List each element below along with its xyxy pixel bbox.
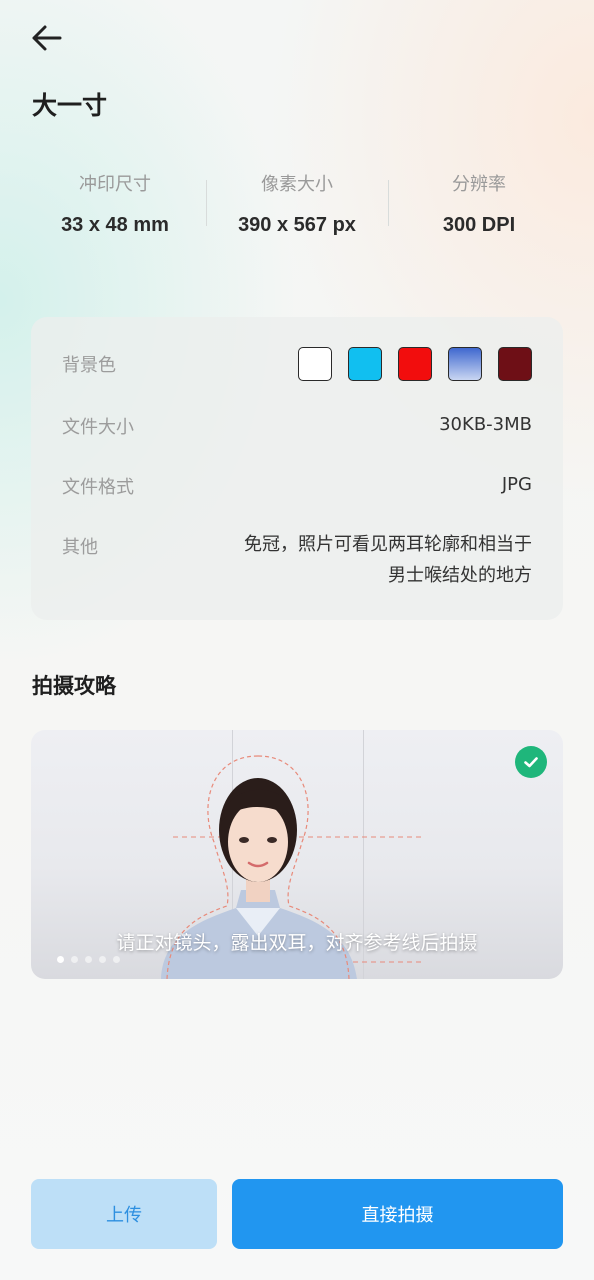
guide-section-title: 拍摄攻略 [32, 674, 116, 698]
spec-print-size: 冲印尺寸 33 x 48 mm [24, 168, 206, 242]
background-color-label: 背景色 [62, 355, 116, 376]
take-photo-button[interactable]: 直接拍摄 [232, 1179, 563, 1249]
swatch-dark-red[interactable] [498, 347, 532, 381]
other-label: 其他 [62, 537, 98, 558]
carousel-dot[interactable] [71, 956, 78, 963]
spec-summary: 冲印尺寸 33 x 48 mm 像素大小 390 x 567 px 分辨率 30… [24, 168, 570, 242]
spec-details-card: 背景色 文件大小 30KB-3MB 文件格式 JPG 其他 免冠，照片可看见两耳… [31, 317, 563, 620]
other-value: 免冠，照片可看见两耳轮廓和相当于 男士喉结处的地方 [244, 529, 532, 591]
file-size-row: 文件大小 30KB-3MB [62, 413, 532, 439]
upload-button[interactable]: 上传 [31, 1179, 217, 1249]
guide-caption: 请正对镜头，露出双耳，对齐参考线后拍摄 [116, 932, 478, 954]
spec-value: 390 x 567 px [238, 214, 356, 236]
other-value-line: 男士喉结处的地方 [388, 565, 532, 586]
file-format-row: 文件格式 JPG [62, 473, 532, 499]
other-value-line: 免冠，照片可看见两耳轮廓和相当于 [244, 534, 532, 555]
swatch-gradient-blue[interactable] [448, 347, 482, 381]
spec-value: 300 DPI [442, 214, 516, 236]
file-size-value: 30KB-3MB [439, 414, 532, 435]
carousel-dot[interactable] [85, 956, 92, 963]
back-button[interactable] [28, 22, 64, 54]
carousel-dot[interactable] [113, 956, 120, 963]
spec-label: 像素大小 [261, 174, 333, 195]
spec-label: 分辨率 [452, 174, 506, 195]
swatch-white[interactable] [298, 347, 332, 381]
spec-label: 冲印尺寸 [79, 174, 151, 195]
file-format-value: JPG [501, 474, 532, 495]
carousel-dot[interactable] [99, 956, 106, 963]
carousel-indicator [57, 956, 120, 963]
other-row: 其他 免冠，照片可看见两耳轮廓和相当于 男士喉结处的地方 [62, 533, 532, 591]
background-color-row: 背景色 [62, 347, 532, 381]
check-icon [515, 746, 547, 778]
spec-pixel-size: 像素大小 390 x 567 px [206, 168, 388, 242]
guide-carousel[interactable]: 请正对镜头，露出双耳，对齐参考线后拍摄 [31, 730, 563, 979]
spec-value: 33 x 48 mm [61, 214, 169, 236]
swatch-red[interactable] [398, 347, 432, 381]
spec-resolution: 分辨率 300 DPI [388, 168, 570, 242]
arrow-left-icon [32, 25, 62, 51]
file-size-label: 文件大小 [62, 417, 134, 438]
page-title: 大一寸 [32, 91, 108, 120]
file-format-label: 文件格式 [62, 477, 134, 498]
swatch-blue[interactable] [348, 347, 382, 381]
carousel-dot[interactable] [57, 956, 64, 963]
background-swatches [298, 347, 532, 381]
